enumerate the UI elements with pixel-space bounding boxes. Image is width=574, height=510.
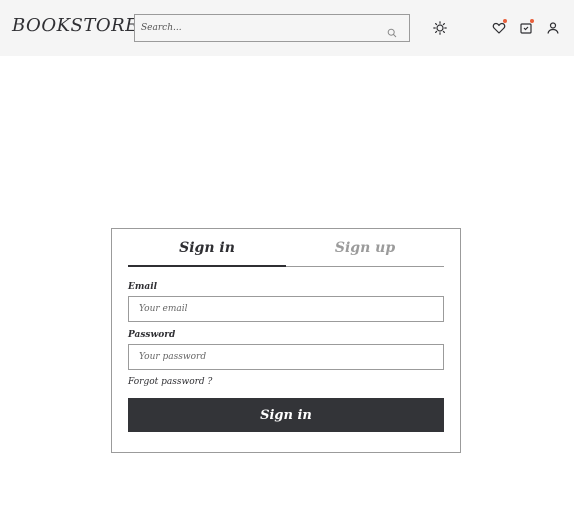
wishlist-badge bbox=[503, 19, 507, 23]
forgot-password-link[interactable]: Forgot password ? bbox=[128, 377, 212, 387]
auth-tabs: Sign in Sign up bbox=[128, 229, 444, 267]
auth-card: Sign in Sign up Email Password Forgot pa… bbox=[111, 228, 461, 453]
password-label: Password bbox=[128, 330, 176, 340]
email-field[interactable] bbox=[128, 296, 444, 322]
wishlist-heart-icon[interactable] bbox=[492, 19, 507, 34]
tab-sign-in[interactable]: Sign in bbox=[128, 229, 286, 266]
logo[interactable]: BOOKSTORE bbox=[12, 15, 139, 37]
header-bar: BOOKSTORE bbox=[0, 0, 574, 56]
email-label: Email bbox=[128, 282, 158, 292]
search-icon[interactable] bbox=[387, 23, 397, 38]
cart-badge bbox=[530, 19, 534, 23]
active-tab-indicator bbox=[128, 265, 286, 267]
tab-sign-up[interactable]: Sign up bbox=[286, 229, 444, 266]
theme-toggle-icon[interactable] bbox=[433, 20, 447, 35]
search-box bbox=[134, 14, 410, 42]
password-field[interactable] bbox=[128, 344, 444, 370]
user-icon[interactable] bbox=[546, 20, 560, 34]
search-input[interactable] bbox=[135, 15, 381, 41]
cart-icon[interactable] bbox=[519, 19, 534, 34]
sign-in-button[interactable]: Sign in bbox=[128, 398, 444, 432]
